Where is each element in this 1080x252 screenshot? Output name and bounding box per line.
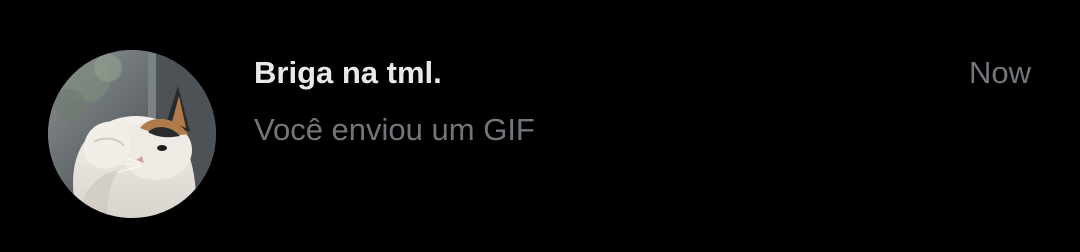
cat-photo-icon: [48, 50, 216, 218]
timestamp: Now: [968, 55, 1031, 90]
last-message-preview: Você enviou um GIF: [254, 112, 535, 147]
conversation-name: Briga na tml.: [254, 55, 442, 90]
conversation-row[interactable]: Briga na tml. Now Você enviou um GIF: [0, 0, 1080, 252]
avatar[interactable]: [48, 50, 216, 218]
